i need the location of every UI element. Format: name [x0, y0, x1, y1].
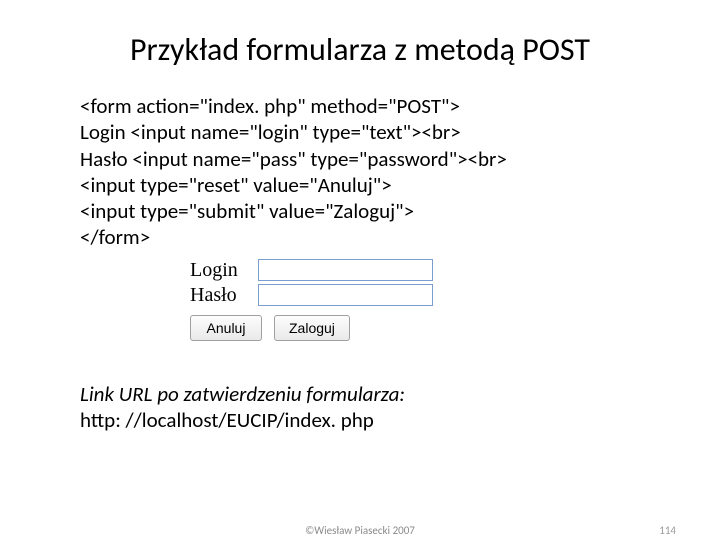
rendered-form: Login Hasło	[190, 259, 660, 307]
password-label: Hasło	[190, 284, 258, 307]
reset-button[interactable]: Anuluj	[190, 315, 262, 341]
code-line: <input type="reset" value="Anuluj">	[80, 172, 660, 198]
code-line: <input type="submit" value="Zaloguj">	[80, 198, 660, 224]
code-listing: <form action="index. php" method="POST">…	[80, 93, 660, 251]
result-url: http: //localhost/EUCIP/index. php	[80, 407, 660, 433]
slide-title: Przykład formularza z metodą POST	[60, 30, 660, 69]
link-note: Link URL po zatwierdzeniu formularza:	[80, 381, 660, 407]
code-line: <form action="index. php" method="POST">	[80, 93, 660, 119]
login-input[interactable]	[258, 259, 433, 281]
submit-button[interactable]: Zaloguj	[274, 315, 350, 341]
code-line: Login <input name="login" type="text"><b…	[80, 119, 660, 145]
login-label: Login	[190, 259, 258, 282]
code-line: </form>	[80, 224, 660, 250]
password-input[interactable]	[258, 284, 433, 306]
copyright: ©Wiesław Piasecki 2007	[305, 524, 415, 537]
page-number: 114	[659, 524, 676, 537]
code-line: Hasło <input name="pass" type="password"…	[80, 146, 660, 172]
